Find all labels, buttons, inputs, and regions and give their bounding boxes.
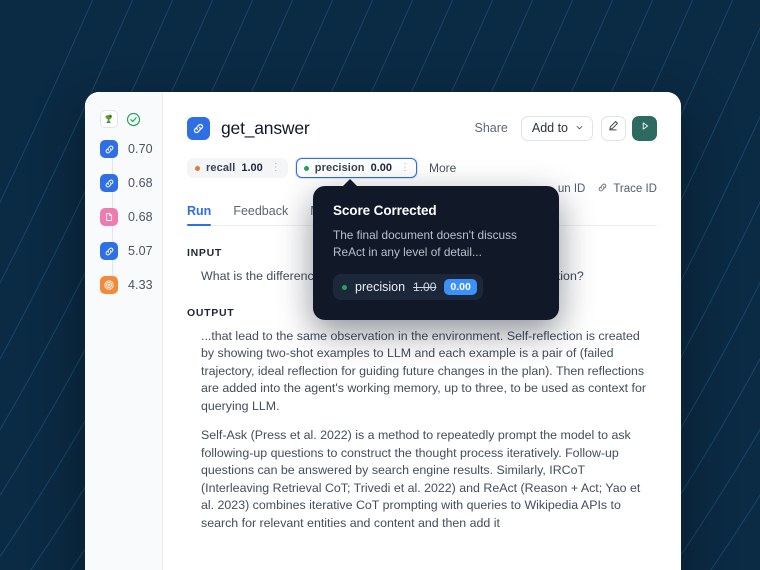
run-id-label: un ID (557, 183, 586, 195)
id-links: un ID Trace ID (558, 182, 657, 196)
tooltip-new-value: 0.00 (444, 278, 477, 296)
play-icon (639, 119, 651, 137)
tree-item-score: 0.70 (128, 142, 153, 156)
link-diagonal-icon (597, 182, 608, 196)
parrot-icon (100, 110, 118, 128)
tree-item-score: 0.68 (128, 176, 153, 190)
document-icon (100, 208, 118, 226)
tree-item[interactable]: 0.68 (85, 206, 162, 228)
metric-value: 0.00 (370, 162, 393, 174)
trace-id-label: Trace ID (613, 183, 657, 195)
tree-item[interactable]: 0.68 (85, 172, 162, 194)
metric-value: 1.00 (241, 162, 263, 174)
pencil-icon (607, 119, 620, 137)
title-row: get_answer Share Add to (187, 114, 657, 142)
score-corrected-tooltip: Score Corrected The final document doesn… (313, 179, 559, 320)
output-paragraph: Self-Ask (Press et al. 2022) is a method… (201, 428, 641, 530)
tooltip-title: Score Corrected (333, 203, 437, 218)
tab-run[interactable]: Run (187, 204, 212, 226)
check-circle-icon (126, 112, 141, 127)
tooltip-description: The final document doesn't discuss ReAct… (333, 228, 517, 259)
tab-feedback[interactable]: Feedback (233, 204, 288, 225)
metric-dot-icon (195, 165, 200, 171)
output-paragraph: ...that lead to the same observation in … (201, 328, 647, 413)
metric-chip-precision[interactable]: precision 0.00 ⋮ (295, 158, 418, 178)
tree-item[interactable]: 0.70 (85, 138, 162, 160)
openai-icon (100, 276, 118, 294)
tree-root-row[interactable] (85, 106, 162, 132)
trace-id-link[interactable]: Trace ID (597, 182, 657, 196)
metric-name: precision (314, 162, 365, 174)
edit-button[interactable] (601, 115, 626, 141)
add-to-label: Add to (531, 121, 568, 135)
app-window: 0.70 0.68 0.68 5.07 4.33 get_answer Shar… (85, 92, 681, 570)
kebab-menu-icon[interactable]: ⋮ (269, 163, 283, 173)
tree-item-score: 4.33 (128, 278, 153, 292)
metric-name: recall (206, 162, 236, 174)
chevron-down-icon (575, 121, 584, 135)
metric-chip-recall[interactable]: recall 1.00 ⋮ (187, 158, 288, 178)
link-icon (100, 140, 118, 158)
tooltip-metric-chip: precision 1.00 0.00 (333, 274, 483, 300)
run-tree-sidebar: 0.70 0.68 0.68 5.07 4.33 (85, 92, 163, 570)
run-id-link[interactable]: un ID (558, 183, 586, 195)
link-icon (100, 174, 118, 192)
add-to-button[interactable]: Add to (520, 115, 593, 141)
run-button[interactable] (632, 115, 657, 141)
tooltip-metric-name: precision (355, 280, 406, 294)
page-title: get_answer (221, 117, 310, 138)
main-panel: get_answer Share Add to recall 1.00 ⋮ pr… (163, 92, 681, 570)
tooltip-arrow (342, 179, 358, 187)
metric-dot-icon (342, 284, 347, 290)
metric-chips: recall 1.00 ⋮ precision 0.00 ⋮ More (187, 158, 657, 178)
tooltip-old-value: 1.00 (413, 280, 437, 294)
share-button[interactable]: Share (475, 121, 508, 135)
more-metrics-button[interactable]: More (429, 161, 456, 175)
link-icon (187, 116, 210, 140)
metric-dot-icon (303, 165, 309, 171)
tree-item[interactable]: 4.33 (85, 274, 162, 296)
tree-item[interactable]: 5.07 (85, 240, 162, 262)
link-icon (100, 242, 118, 260)
tree-item-score: 0.68 (128, 210, 153, 224)
kebab-menu-icon[interactable]: ⋮ (398, 163, 412, 173)
tree-item-score: 5.07 (128, 244, 153, 258)
